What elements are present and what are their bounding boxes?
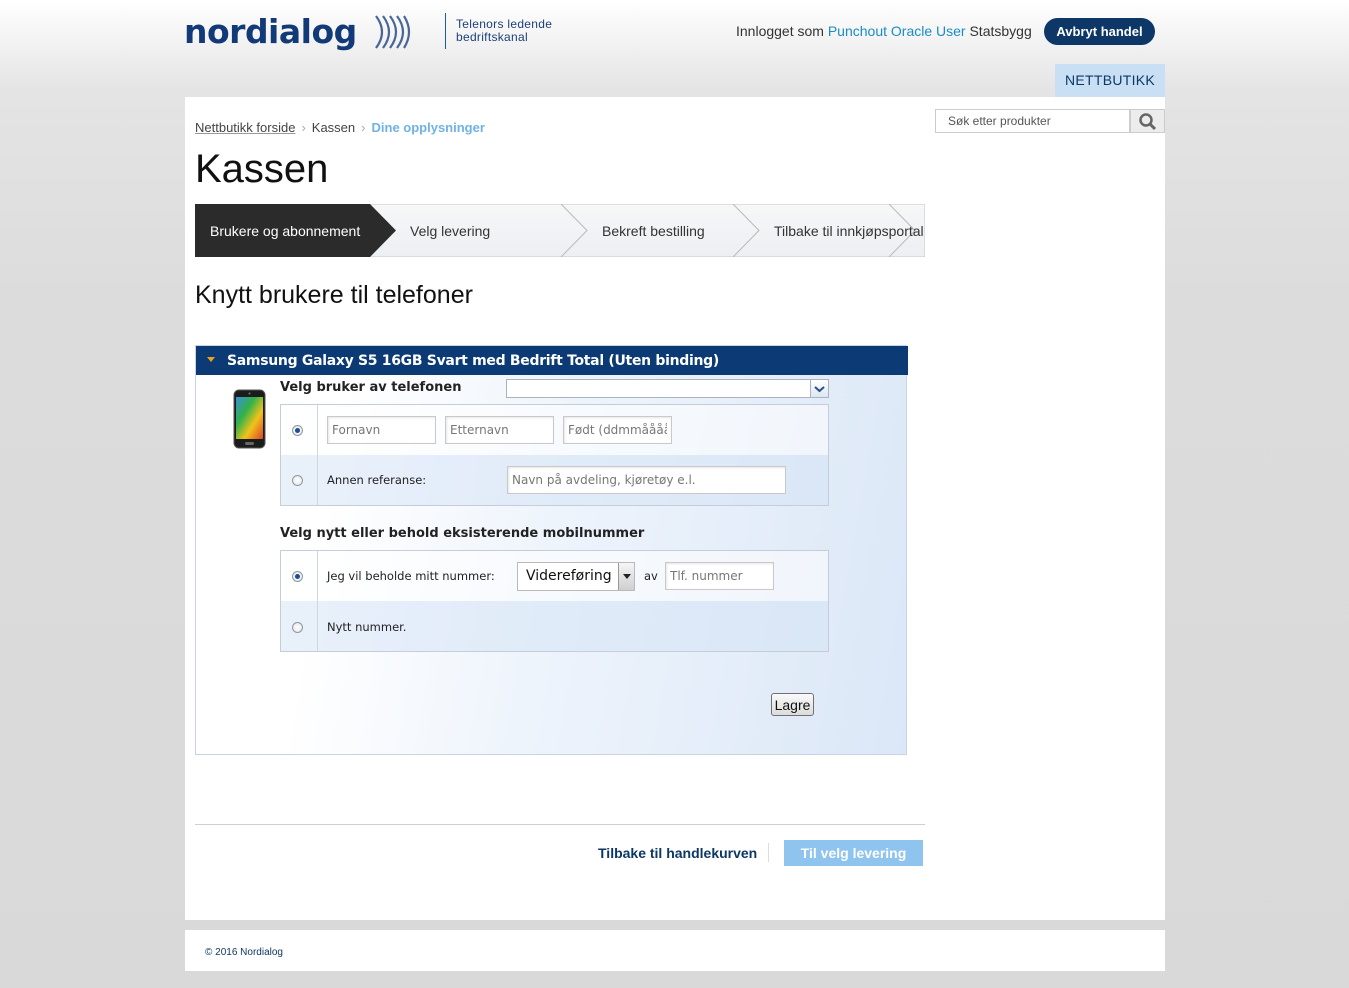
user-choice-group: Annen referanse: xyxy=(280,404,829,506)
chevron-right-icon: › xyxy=(301,120,306,135)
triangle-down-icon[interactable] xyxy=(207,357,215,362)
action-separator xyxy=(768,843,769,862)
divider xyxy=(195,824,925,825)
nav-tab-nettbutikk[interactable]: NETTBUTIKK xyxy=(1055,64,1165,97)
first-name-field[interactable] xyxy=(327,416,436,444)
radio-new-number[interactable] xyxy=(292,622,303,633)
chevron-right-icon: › xyxy=(361,120,366,135)
step-1: Brukere og abonnement xyxy=(195,204,396,257)
other-reference-row: Annen referanse: xyxy=(281,455,828,505)
login-info: Innlogget som Punchout Oracle User Stats… xyxy=(736,23,1032,39)
logo-divider xyxy=(445,13,446,49)
search-button[interactable] xyxy=(1130,109,1165,133)
number-choice-group: Jeg vil beholde mitt nummer: Videreførin… xyxy=(280,550,829,652)
number-section-label: Velg nytt eller behold eksisterende mobi… xyxy=(280,526,645,541)
chevron-down-icon[interactable] xyxy=(618,563,634,590)
row-divider xyxy=(317,551,318,601)
step-2-label: Velg levering xyxy=(410,223,490,239)
breadcrumb-checkout-link[interactable]: Kassen xyxy=(312,120,355,135)
radio-name[interactable] xyxy=(292,425,303,436)
login-user-link[interactable]: Punchout Oracle User xyxy=(828,23,966,39)
forward-type-value: Videreføring xyxy=(526,568,612,584)
step-1-label: Brukere og abonnement xyxy=(210,223,360,239)
row-divider xyxy=(317,601,318,651)
phone-number-field[interactable] xyxy=(665,562,774,590)
section-subtitle: Knytt brukere til telefoner xyxy=(195,281,473,309)
radio-keep-number[interactable] xyxy=(292,571,303,582)
step-3-label: Bekreft bestilling xyxy=(602,223,705,239)
product-title: Samsung Galaxy S5 16GB Svart med Bedrift… xyxy=(227,353,719,369)
radio-other-reference[interactable] xyxy=(292,475,303,486)
chevron-down-icon xyxy=(814,386,825,393)
back-to-cart-link[interactable]: Tilbake til handlekurven xyxy=(598,845,757,861)
search-input[interactable] xyxy=(935,109,1130,133)
dropdown-button[interactable] xyxy=(810,380,828,397)
new-number-row: Nytt nummer. xyxy=(281,601,828,651)
av-label: av xyxy=(644,569,658,583)
copyright: © 2016 Nordialog xyxy=(205,947,283,958)
other-reference-field[interactable] xyxy=(507,466,786,494)
save-button[interactable]: Lagre xyxy=(771,693,814,716)
row-divider xyxy=(317,405,318,455)
last-name-field[interactable] xyxy=(445,416,554,444)
birth-date-field[interactable] xyxy=(563,416,672,444)
name-row xyxy=(281,405,828,455)
row-divider xyxy=(317,455,318,505)
tagline-line2: bedriftskanal xyxy=(456,30,528,44)
phone-product-image xyxy=(233,389,266,449)
page-title: Kassen xyxy=(195,147,329,191)
user-select-dropdown[interactable] xyxy=(506,379,829,398)
signal-waves-icon xyxy=(375,15,411,49)
keep-number-row: Jeg vil beholde mitt nummer: Videreførin… xyxy=(281,551,828,601)
choose-user-label: Velg bruker av telefonen xyxy=(280,380,462,395)
search-icon xyxy=(1139,113,1157,131)
keep-number-label: Jeg vil beholde mitt nummer: xyxy=(327,569,495,583)
step-4-label: Tilbake til innkjøpsportal xyxy=(774,223,924,239)
logo-text: nordialog xyxy=(184,12,357,51)
login-org: Statsbygg xyxy=(969,23,1032,39)
new-number-label: Nytt nummer. xyxy=(327,620,407,634)
checkout-steps: Brukere og abonnement Velg levering Bekr… xyxy=(195,204,925,257)
login-prefix: Innlogget som xyxy=(736,23,824,39)
tagline: Telenors ledende bedriftskanal xyxy=(456,18,552,44)
next-delivery-button[interactable]: Til velg levering xyxy=(784,840,923,866)
abort-shopping-button[interactable]: Avbryt handel xyxy=(1044,18,1155,45)
forward-type-select[interactable]: Videreføring xyxy=(517,562,635,591)
other-reference-label: Annen referanse: xyxy=(327,473,427,487)
breadcrumb: Nettbutikk forside › Kassen › Dine opplysnin… xyxy=(195,120,485,135)
breadcrumb-home-link[interactable]: Nettbutikk forside xyxy=(195,120,295,135)
breadcrumb-current: Dine opplysninger xyxy=(371,120,485,135)
footer xyxy=(185,930,1165,971)
